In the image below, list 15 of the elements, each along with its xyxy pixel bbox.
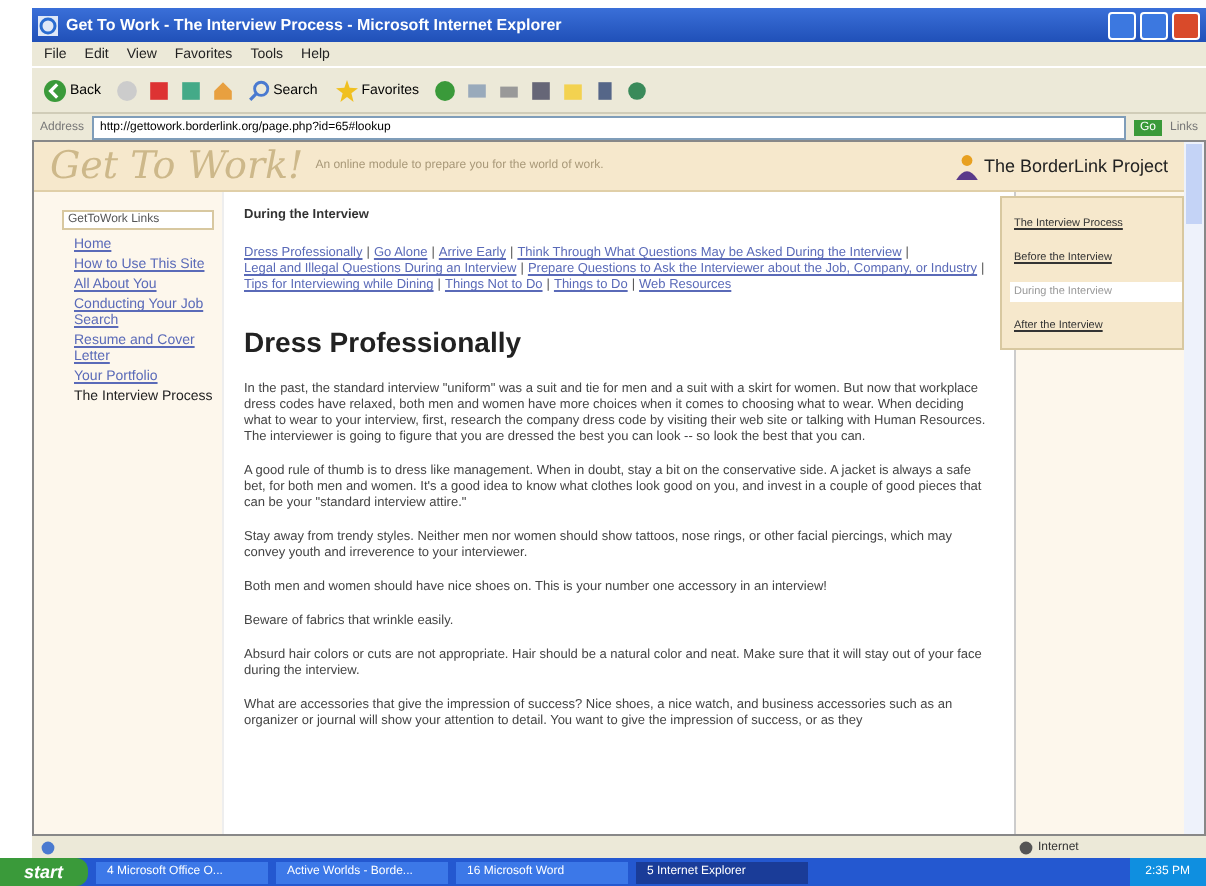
close-button[interactable] [1172, 11, 1200, 39]
person-icon [953, 153, 980, 179]
browser-icon [38, 15, 58, 35]
maximize-button[interactable] [1140, 11, 1168, 39]
site-logo: Get To Work! [50, 144, 304, 188]
minimize-button[interactable] [1108, 11, 1136, 39]
project-name: The BorderLink Project [983, 156, 1168, 176]
window-title: Get To Work - The Interview Process - Microsoft Internet Explorer [66, 16, 564, 34]
search-icon [247, 79, 270, 101]
home-icon[interactable] [211, 79, 234, 101]
start-button[interactable]: start [0, 858, 88, 886]
page-heading: Dress Professionally [244, 326, 524, 358]
star-icon [335, 79, 358, 101]
scrollbar[interactable] [1184, 142, 1204, 834]
scrollbar-thumb[interactable] [1186, 144, 1202, 224]
